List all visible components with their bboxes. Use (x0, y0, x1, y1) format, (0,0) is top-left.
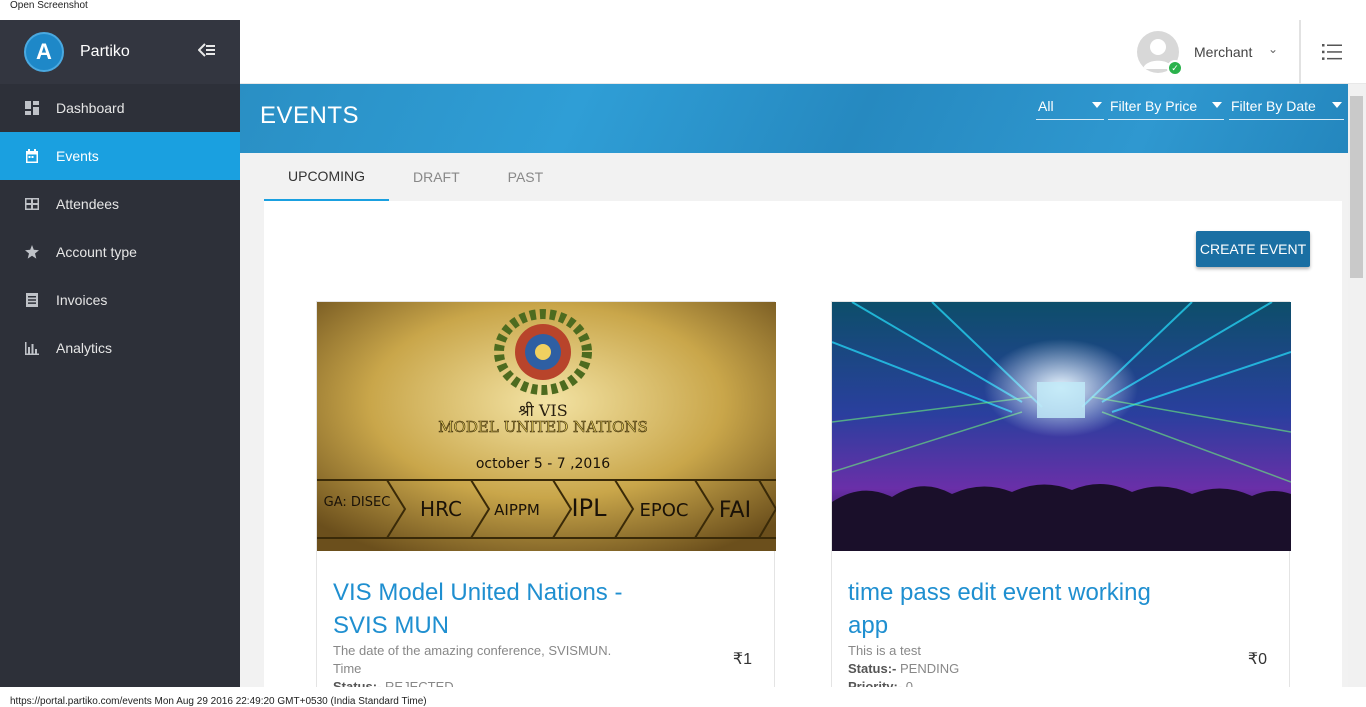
star-icon (24, 244, 40, 260)
price-filter-value: Filter By Price (1110, 98, 1198, 114)
event-description-text: The date of the amazing conference, SVIS… (333, 643, 612, 676)
events-banner: EVENTS All Filter By Price Filter By Dat… (240, 84, 1366, 153)
user-name[interactable]: Merchant (1194, 44, 1252, 60)
type-filter-value: All (1038, 98, 1054, 114)
dropdown-caret-icon (1332, 102, 1342, 108)
event-title[interactable]: time pass edit event working app (848, 576, 1168, 642)
price-filter-select[interactable]: Filter By Price (1108, 98, 1224, 120)
grid-icon (24, 196, 40, 212)
date-filter-select[interactable]: Filter By Date (1229, 98, 1344, 120)
create-event-button[interactable]: CREATE EVENT (1196, 231, 1310, 267)
status-label: Status:- (848, 661, 897, 676)
sidebar-item-invoices[interactable]: Invoices (0, 276, 240, 324)
top-header: ✓ Merchant ⌄ (240, 20, 1366, 84)
tab-upcoming[interactable]: UPCOMING (264, 153, 389, 201)
page-title: EVENTS (260, 102, 360, 129)
online-status-icon: ✓ (1167, 60, 1183, 76)
window-title: Open Screenshot (10, 0, 88, 11)
committee-label: IPL (572, 494, 608, 522)
sidebar-collapse-icon[interactable] (197, 42, 216, 60)
event-title[interactable]: VIS Model United Nations - SVIS MUN (333, 576, 653, 642)
brand-header: A Partiko (0, 20, 240, 84)
list-icon (24, 292, 40, 308)
dashboard-icon (24, 100, 40, 116)
sidebar-item-analytics[interactable]: Analytics (0, 324, 240, 372)
committee-label: EPOC (640, 500, 689, 521)
status-value: PENDING (900, 661, 960, 676)
partiko-logo: A (24, 32, 64, 72)
event-image[interactable]: श्री VIS MODEL UNITED NATIONS october 5 … (317, 302, 776, 551)
committee-label: HRC (420, 497, 462, 521)
sidebar-item-label: Events (56, 148, 99, 164)
main-content: UPCOMING DRAFT PAST CREATE EVENT श्री VI… (240, 153, 1348, 701)
event-tabs: UPCOMING DRAFT PAST (264, 153, 567, 201)
status-url-caption: https://portal.partiko.com/events Mon Au… (10, 696, 427, 707)
brand-name: Partiko (80, 43, 130, 60)
type-filter-select[interactable]: All (1036, 98, 1104, 120)
bar-chart-icon (24, 340, 40, 356)
sidebar-item-events[interactable]: Events (0, 132, 240, 180)
committee-label: FAI (719, 498, 751, 523)
event-description-text: This is a test (848, 643, 921, 658)
event-card[interactable]: श्री VIS MODEL UNITED NATIONS october 5 … (316, 301, 776, 701)
scrollbar-thumb[interactable] (1350, 96, 1363, 278)
sidebar-item-label: Dashboard (56, 100, 125, 116)
calendar-icon (24, 148, 40, 164)
chevron-down-icon[interactable]: ⌄ (1268, 42, 1278, 56)
date-filter-value: Filter By Date (1231, 98, 1316, 114)
event-image[interactable] (832, 302, 1291, 551)
dropdown-caret-icon (1092, 102, 1102, 108)
tab-draft[interactable]: DRAFT (389, 153, 484, 201)
menu-list-icon[interactable] (1322, 44, 1342, 60)
event-price: ₹1 (732, 651, 752, 668)
logo-line3: october 5 - 7 ,2016 (476, 456, 610, 472)
tab-past[interactable]: PAST (484, 153, 568, 201)
sidebar-item-attendees[interactable]: Attendees (0, 180, 240, 228)
sidebar-item-label: Account type (56, 244, 137, 260)
committee-label: GA: DISEC (324, 495, 391, 510)
sidebar-item-label: Invoices (56, 292, 108, 308)
event-card[interactable]: time pass edit event working app This is… (831, 301, 1291, 701)
header-divider (1299, 20, 1301, 84)
sidebar-item-account-type[interactable]: Account type (0, 228, 240, 276)
sidebar-item-label: Analytics (56, 340, 113, 356)
committee-label: AIPPM (494, 501, 540, 519)
sidebar-item-dashboard[interactable]: Dashboard (0, 84, 240, 132)
logo-line2: MODEL UNITED NATIONS (438, 418, 648, 436)
events-panel: CREATE EVENT श्री VIS MODEL UNITED NATIO… (264, 201, 1342, 701)
dropdown-caret-icon (1212, 102, 1222, 108)
sidebar-item-label: Attendees (56, 196, 120, 212)
sidebar: A Partiko Dashboard Events Attendees Acc… (0, 20, 240, 687)
event-price: ₹0 (1247, 651, 1267, 668)
